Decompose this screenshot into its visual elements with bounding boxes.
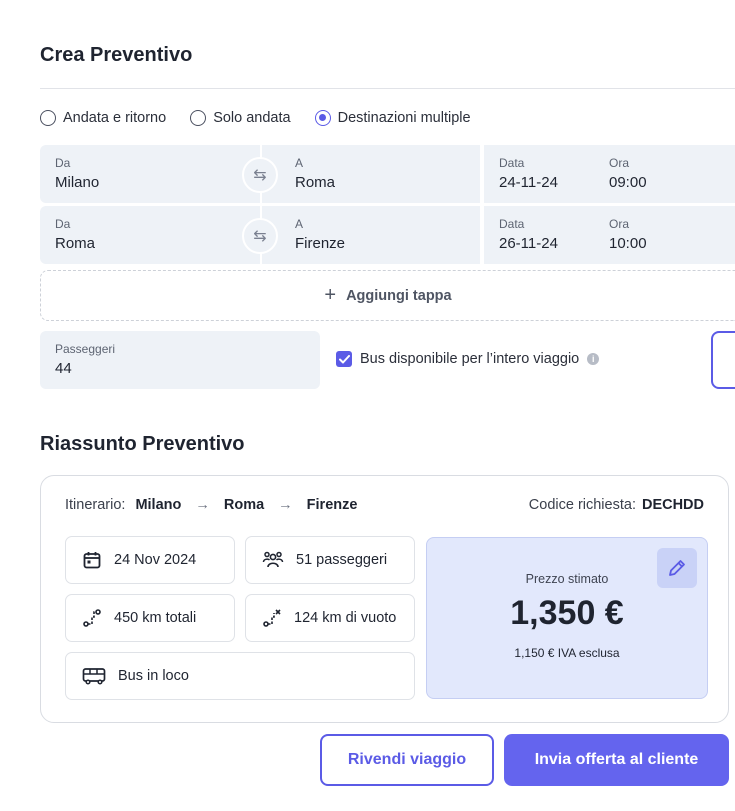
request-code-value: DECHDD xyxy=(641,497,704,513)
calendar-icon xyxy=(83,552,101,569)
to-field[interactable]: A Roma xyxy=(262,145,480,203)
from-field[interactable]: Da Roma xyxy=(40,206,260,264)
date-label: Data xyxy=(499,156,525,170)
radio-circle[interactable] xyxy=(190,110,207,126)
itinerary-stop: Firenze xyxy=(306,497,358,513)
radio-label: Solo andata xyxy=(213,110,291,126)
chip-text: 450 km totali xyxy=(114,610,197,626)
swap-icon[interactable]: ⇆ xyxy=(242,218,278,254)
radio-circle-selected[interactable] xyxy=(314,110,331,126)
radio-circle[interactable] xyxy=(40,110,56,126)
chip-text: 24 Nov 2024 xyxy=(114,552,197,568)
info-icon[interactable]: i xyxy=(587,353,600,365)
price-panel: Prezzo stimato 1,350 € 1,150 € IVA esclu… xyxy=(426,537,708,699)
passengers-field[interactable]: Passeggeri 44 xyxy=(40,331,320,389)
from-value: Roma xyxy=(55,235,96,252)
radio-label: Andata e ritorno xyxy=(63,110,167,126)
to-label: A xyxy=(295,217,304,231)
send-offer-button[interactable]: Invia offerta al cliente xyxy=(504,734,729,786)
route-x-icon xyxy=(263,609,281,627)
divider xyxy=(40,88,735,89)
itinerary: Itinerario: Milano → Roma → Firenze xyxy=(65,497,357,513)
people-icon xyxy=(262,551,284,568)
radio-round-trip[interactable]: Andata e ritorno xyxy=(40,110,166,126)
date-time-field[interactable]: Data 24-11-24 Ora 09:00 xyxy=(484,145,735,203)
page-title: Crea Preventivo xyxy=(40,44,193,66)
checkbox-label: Bus disponibile per l’intero viaggio xyxy=(360,351,580,367)
route-icon xyxy=(83,609,101,627)
checkbox-checked[interactable] xyxy=(336,351,352,367)
radio-one-way[interactable]: Solo andata xyxy=(190,110,291,126)
bus-icon xyxy=(82,668,106,685)
to-field[interactable]: A Firenze xyxy=(262,206,480,264)
price-label: Prezzo stimato xyxy=(525,572,609,586)
from-label: Da xyxy=(55,217,71,231)
chip-bus: Bus in loco xyxy=(65,652,415,700)
summary-title: Riassunto Preventivo xyxy=(40,433,245,455)
plus-icon: + xyxy=(324,284,337,306)
chip-text: 124 km di vuoto xyxy=(294,610,397,626)
summary-card: Itinerario: Milano → Roma → Firenze Codi… xyxy=(40,475,729,723)
radio-label: Destinazioni multiple xyxy=(337,110,471,126)
date-time-field[interactable]: Data 26-11-24 Ora 10:00 xyxy=(484,206,735,264)
price-value: 1,350 € xyxy=(510,594,624,632)
chip-text: 51 passeggeri xyxy=(296,552,388,568)
resell-trip-button[interactable]: Rivendi viaggio xyxy=(320,734,494,786)
add-stop-button[interactable]: + Aggiungi tappa xyxy=(40,270,735,321)
leg-row-2: Da Roma A Firenze ⇆ Data 26-11-24 Ora 10… xyxy=(40,206,735,264)
passengers-value: 44 xyxy=(55,360,72,377)
bus-available-checkbox[interactable]: Bus disponibile per l’intero viaggio i xyxy=(336,351,600,367)
from-label: Da xyxy=(55,156,71,170)
date-value: 24-11-24 xyxy=(499,174,558,191)
leg-row-1: Da Milano A Roma ⇆ Data 24-11-24 Ora 09:… xyxy=(40,145,735,203)
swap-icon[interactable]: ⇆ xyxy=(242,157,278,193)
from-value: Milano xyxy=(55,174,100,191)
request-code: Codice richiesta: DECHDD xyxy=(529,497,704,513)
chip-empty-km: 124 km di vuoto xyxy=(245,594,415,642)
chip-passengers: 51 passeggeri xyxy=(245,536,415,584)
chip-date: 24 Nov 2024 xyxy=(65,536,235,584)
to-value: Roma xyxy=(295,174,336,191)
time-value: 09:00 xyxy=(609,174,647,191)
chip-text: Bus in loco xyxy=(118,668,189,684)
price-excl-vat: 1,150 € IVA esclusa xyxy=(514,646,620,660)
to-label: A xyxy=(295,156,304,170)
request-code-label: Codice richiesta: xyxy=(528,497,636,513)
radio-multi-destination[interactable]: Destinazioni multiple xyxy=(314,110,471,126)
from-field[interactable]: Da Milano xyxy=(40,145,260,203)
time-label: Ora xyxy=(609,217,630,231)
date-value: 26-11-24 xyxy=(499,235,558,252)
passengers-label: Passeggeri xyxy=(55,342,116,356)
date-label: Data xyxy=(499,217,525,231)
to-value: Firenze xyxy=(295,235,346,252)
itinerary-stop: Milano xyxy=(135,497,182,513)
search-button-partial[interactable] xyxy=(711,331,735,389)
trip-type-group: Andata e ritorno Solo andata Destinazion… xyxy=(40,110,471,126)
itinerary-stop: Roma xyxy=(223,497,265,513)
time-label: Ora xyxy=(609,156,630,170)
time-value: 10:00 xyxy=(609,235,647,252)
itinerary-label: Itinerario: xyxy=(65,497,126,513)
arrow-right-icon: → xyxy=(195,497,210,513)
chip-total-km: 450 km totali xyxy=(65,594,235,642)
arrow-right-icon: → xyxy=(278,497,293,513)
add-stop-label: Aggiungi tappa xyxy=(346,287,452,304)
